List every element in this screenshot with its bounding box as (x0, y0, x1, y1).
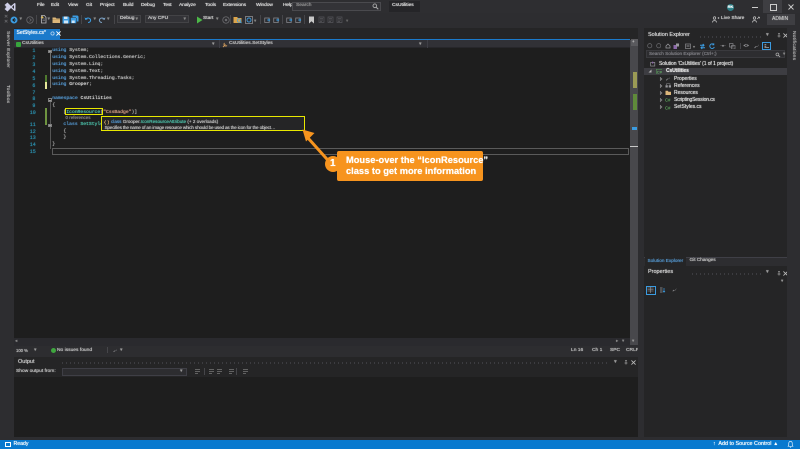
svg-text:C#: C# (656, 69, 662, 74)
svg-text:C#: C# (665, 105, 671, 110)
svg-text:C#: C# (665, 98, 671, 103)
